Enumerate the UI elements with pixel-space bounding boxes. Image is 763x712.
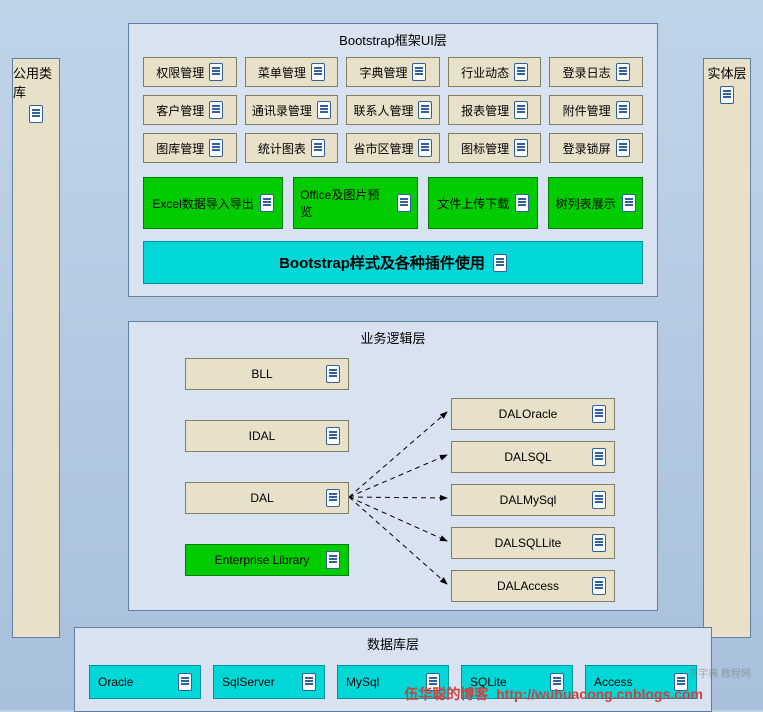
feature-box: 登录日志 bbox=[549, 57, 643, 87]
document-icon bbox=[592, 405, 606, 423]
dal-impl-box: DALSQLLite bbox=[451, 527, 615, 559]
green-feature-box: 树列表展示 bbox=[548, 177, 643, 229]
document-icon bbox=[326, 489, 340, 507]
db-box: Oracle bbox=[89, 665, 201, 699]
document-icon bbox=[311, 139, 325, 157]
green-feature-box: Office及图片预览 bbox=[293, 177, 418, 229]
wide-cyan-box: Bootstrap样式及各种插件使用 bbox=[143, 241, 643, 284]
document-icon bbox=[397, 194, 411, 212]
left-side-panel: 公用类库 bbox=[12, 58, 60, 638]
feature-box: 图标管理 bbox=[448, 133, 542, 163]
feature-row-3: 图库管理 统计图表 省市区管理 图标管理 登录锁屏 bbox=[129, 129, 657, 167]
document-icon bbox=[317, 101, 331, 119]
bll-box: BLL bbox=[185, 358, 349, 390]
logic-layer-title: 业务逻辑层 bbox=[129, 322, 657, 351]
document-icon bbox=[515, 194, 529, 212]
document-icon bbox=[514, 139, 528, 157]
document-icon bbox=[592, 448, 606, 466]
dal-impl-box: DALOracle bbox=[451, 398, 615, 430]
feature-box: 附件管理 bbox=[549, 95, 643, 125]
right-panel-label: 实体层 bbox=[707, 63, 746, 82]
document-icon bbox=[592, 491, 606, 509]
feature-box: 菜单管理 bbox=[245, 57, 339, 87]
dal-arrows bbox=[349, 397, 454, 602]
document-icon bbox=[178, 673, 192, 691]
document-icon bbox=[514, 101, 528, 119]
document-icon bbox=[209, 101, 223, 119]
feature-box: 权限管理 bbox=[143, 57, 237, 87]
ui-layer-panel: Bootstrap框架UI层 权限管理 菜单管理 字典管理 行业动态 登录日志 … bbox=[128, 23, 658, 297]
feature-row-2: 客户管理 通讯录管理 联系人管理 报表管理 附件管理 bbox=[129, 91, 657, 129]
green-feature-box: Excel数据导入导出 bbox=[143, 177, 283, 229]
feature-box: 图库管理 bbox=[143, 133, 237, 163]
idal-box: IDAL bbox=[185, 420, 349, 452]
document-icon bbox=[592, 577, 606, 595]
left-panel-label: 公用类库 bbox=[13, 63, 59, 101]
document-icon bbox=[209, 63, 223, 81]
feature-row-1: 权限管理 菜单管理 字典管理 行业动态 登录日志 bbox=[129, 53, 657, 91]
document-icon bbox=[514, 63, 528, 81]
feature-box: 登录锁屏 bbox=[549, 133, 643, 163]
db-box: SqlServer bbox=[213, 665, 325, 699]
watermark-blog: 伍华聪的博客 http://wuhuacong.cnblogs.com bbox=[404, 684, 703, 704]
document-icon bbox=[616, 139, 630, 157]
feature-box: 报表管理 bbox=[448, 95, 542, 125]
green-row: Excel数据导入导出 Office及图片预览 文件上传下载 树列表展示 bbox=[129, 167, 657, 235]
document-icon bbox=[418, 139, 432, 157]
logic-layer-panel: 业务逻辑层 BLL IDAL DAL Enterprise Library DA… bbox=[128, 321, 658, 611]
feature-box: 字典管理 bbox=[346, 57, 440, 87]
feature-box: 统计图表 bbox=[245, 133, 339, 163]
document-icon bbox=[616, 101, 630, 119]
document-icon bbox=[412, 63, 426, 81]
dal-impl-box: DALSQL bbox=[451, 441, 615, 473]
document-icon bbox=[29, 105, 43, 123]
dal-impl-box: DALMySql bbox=[451, 484, 615, 516]
right-side-panel: 实体层 bbox=[703, 58, 751, 638]
document-icon bbox=[720, 86, 734, 104]
document-icon bbox=[622, 194, 636, 212]
document-icon bbox=[326, 551, 340, 569]
document-icon bbox=[311, 63, 325, 81]
document-icon bbox=[326, 427, 340, 445]
db-layer-title: 数据库层 bbox=[75, 628, 711, 657]
document-icon bbox=[592, 534, 606, 552]
document-icon bbox=[616, 63, 630, 81]
feature-box: 客户管理 bbox=[143, 95, 237, 125]
feature-box: 联系人管理 bbox=[346, 95, 440, 125]
feature-box: 省市区管理 bbox=[346, 133, 440, 163]
document-icon bbox=[418, 101, 432, 119]
dal-box: DAL bbox=[185, 482, 349, 514]
enterprise-library-box: Enterprise Library bbox=[185, 544, 349, 576]
ui-layer-title: Bootstrap框架UI层 bbox=[129, 24, 657, 53]
document-icon bbox=[209, 139, 223, 157]
watermark-corner: 李宇典 教程网 bbox=[688, 665, 751, 680]
feature-box: 通讯录管理 bbox=[245, 95, 339, 125]
document-icon bbox=[493, 254, 507, 272]
green-feature-box: 文件上传下载 bbox=[428, 177, 538, 229]
document-icon bbox=[260, 194, 274, 212]
document-icon bbox=[302, 673, 316, 691]
document-icon bbox=[326, 365, 340, 383]
dal-impl-box: DALAccess bbox=[451, 570, 615, 602]
feature-box: 行业动态 bbox=[448, 57, 542, 87]
